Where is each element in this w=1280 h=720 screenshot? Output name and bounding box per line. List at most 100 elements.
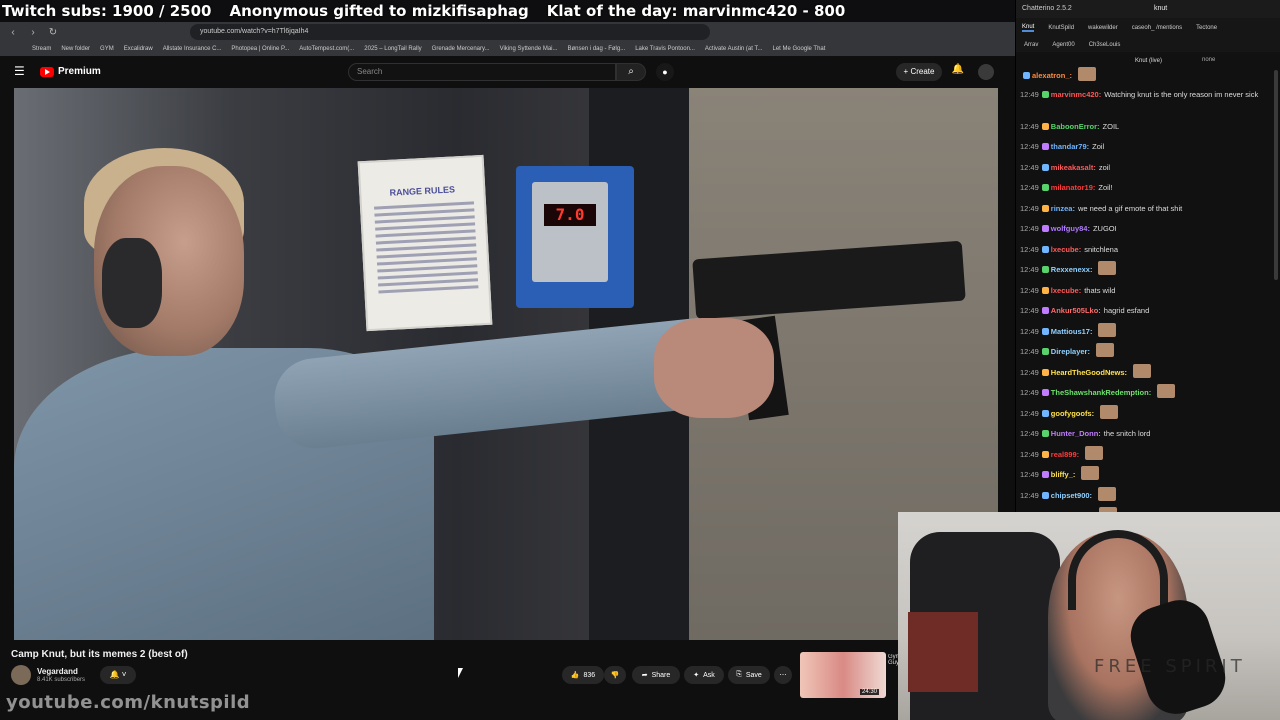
bookmark-icon: ⎘	[736, 671, 742, 678]
chat-username[interactable]: BaboonError:	[1051, 122, 1100, 131]
chat-username[interactable]: milanator19:	[1051, 183, 1096, 192]
microphone-icon[interactable]: ●	[656, 63, 674, 81]
create-button[interactable]: + Create	[896, 63, 942, 81]
chat-username[interactable]: Ankur505Lko:	[1051, 306, 1101, 315]
chat-username[interactable]: real899:	[1051, 450, 1079, 459]
address-bar[interactable]: youtube.com/watch?v=h7Tl6jqaIh4	[190, 24, 710, 40]
chat-timestamp: 12:49	[1020, 326, 1039, 336]
bookmark-item[interactable]: GYM	[100, 46, 114, 52]
chat-timestamp: 12:49	[1020, 306, 1039, 315]
ear-protection	[102, 238, 162, 328]
chat-username[interactable]: marvinmc420:	[1051, 90, 1101, 99]
chat-message: 12:49 mikeakasalt: zoil	[1020, 158, 1270, 179]
chat-timestamp: 12:49	[1020, 285, 1039, 295]
ask-button[interactable]: ✦ Ask	[684, 666, 724, 684]
range-rules-title: RANGE RULES	[389, 184, 456, 198]
chat-tab[interactable]: wakewilder	[1088, 25, 1118, 31]
youtube-logo[interactable]: Premium	[40, 66, 101, 77]
chat-message: 12:49 milanator19: Zoil!	[1020, 178, 1270, 199]
bookmark-item[interactable]: 2025 – LongTail Rally	[364, 46, 421, 52]
subscribed-bell-button[interactable]: 🔔 ˅	[100, 666, 136, 684]
chat-badge-icon	[1041, 389, 1049, 396]
dislike-button[interactable]: 👎	[604, 666, 626, 684]
chat-username[interactable]: lxecube:	[1051, 245, 1081, 254]
bookmark-item[interactable]: Bønsen i dag - Følg...	[568, 46, 626, 52]
chat-username[interactable]: bliffy_:	[1051, 470, 1076, 479]
bookmark-item[interactable]: AutoTempest.com(...	[299, 46, 354, 52]
bookmark-item[interactable]: Excalidraw	[124, 46, 153, 52]
timer-display: 7.0	[544, 204, 596, 226]
chat-timestamp: 12:49	[1020, 244, 1039, 254]
range-rules-sign: RANGE RULES	[357, 154, 493, 332]
chat-message: 12:49 Ankur505Lko: hagrid esfand	[1020, 301, 1270, 322]
chat-username[interactable]: wolfguy84:	[1051, 224, 1090, 233]
chat-username[interactable]: TheShawshankRedemption:	[1051, 388, 1151, 397]
thumbs-down-icon: 👎	[610, 672, 620, 679]
chat-message: 12:49 rinzea: we need a gif emote of that …	[1020, 199, 1270, 220]
bookmark-item[interactable]: Stream	[32, 46, 51, 52]
bookmark-item[interactable]: Let Me Google That	[773, 46, 826, 52]
chat-username[interactable]: lxecube:	[1051, 286, 1081, 295]
chat-timestamp: 12:49	[1020, 203, 1039, 213]
chat-username[interactable]: Mattious17:	[1051, 327, 1093, 336]
chat-message-list: alexatron_: 12:49 marvinmc420: Watching knu…	[1020, 66, 1270, 547]
chat-tab[interactable]: Tectone	[1196, 25, 1217, 31]
chat-emote	[1098, 261, 1117, 275]
reload-icon[interactable]: ↻	[46, 27, 60, 38]
range-rules-text	[374, 201, 479, 297]
chat-text: ZUGOI	[1092, 224, 1117, 233]
save-button[interactable]: ⎘ Save	[728, 666, 770, 684]
channel-name[interactable]: Vegardand	[37, 667, 78, 676]
chat-emote	[1085, 445, 1104, 460]
bookmark-item[interactable]: Activate Austin (at T...	[705, 46, 763, 52]
chat-username[interactable]: goofygoofs:	[1051, 409, 1094, 418]
chat-tab[interactable]: Agent00	[1052, 42, 1074, 48]
bookmark-item[interactable]: Allstate Insurance C...	[163, 46, 222, 52]
chat-username[interactable]: thandar79:	[1051, 142, 1089, 151]
chat-username[interactable]: alexatron_:	[1032, 71, 1072, 80]
search-input[interactable]: Search	[348, 63, 616, 81]
chat-tab[interactable]: Arrav	[1024, 42, 1038, 48]
chat-message: 12:49 chipset900:	[1020, 486, 1270, 507]
like-button[interactable]: 👍 836	[562, 666, 604, 684]
mouse-cursor-icon	[458, 668, 463, 678]
chat-username[interactable]: mikeakasalt:	[1051, 163, 1096, 172]
chat-scrollbar[interactable]	[1274, 70, 1278, 280]
chat-username[interactable]: rinzea:	[1051, 204, 1075, 213]
bookmark-item[interactable]: Lake Travis Pontoon...	[635, 46, 695, 52]
chat-username[interactable]: Direplayer:	[1051, 347, 1090, 356]
chat-tab[interactable]: Knut	[1022, 24, 1035, 32]
search-icon[interactable]: ⌕	[616, 63, 646, 81]
share-button[interactable]: ➦ Share	[632, 666, 680, 684]
chat-tab[interactable]: Ch3seLouis	[1089, 42, 1121, 48]
forward-icon[interactable]: ›	[26, 27, 40, 38]
bookmark-item[interactable]: New folder	[61, 46, 90, 52]
back-icon[interactable]: ‹	[6, 27, 20, 38]
chat-username[interactable]: chipset900:	[1051, 491, 1092, 500]
chat-tab[interactable]: caseoh_ /mentions	[1132, 25, 1182, 31]
bookmark-item[interactable]: Grenade Mercenary...	[432, 46, 490, 52]
bookmark-item[interactable]: Photopea | Online P...	[231, 46, 289, 52]
chat-timestamp: 12:49	[1020, 449, 1039, 459]
chat-message: 12:49 thandar79: Zoil	[1020, 137, 1270, 158]
chat-timestamp: 12:49	[1020, 429, 1039, 438]
chat-message: 12:49 Direplayer:	[1020, 342, 1270, 363]
chat-badge-icon	[1041, 266, 1049, 273]
chat-badge-icon	[1041, 163, 1049, 171]
chat-badge-icon	[1041, 430, 1049, 437]
bookmark-item[interactable]: Viking Syttende Mai...	[500, 46, 558, 52]
chat-username[interactable]: Rexxenexx:	[1051, 265, 1093, 274]
more-actions-button[interactable]: ⋯	[774, 666, 792, 684]
chat-emote	[1157, 384, 1176, 398]
notifications-bell-icon[interactable]: 🔔	[950, 64, 966, 80]
chat-tab[interactable]: KnutSpild	[1048, 25, 1074, 31]
chat-username[interactable]: HeardTheGoodNews:	[1051, 368, 1127, 377]
chat-timestamp: 12:49	[1020, 265, 1039, 274]
chat-message: 12:49 HeardTheGoodNews:	[1020, 363, 1270, 384]
account-avatar[interactable]	[978, 64, 994, 80]
hamburger-menu-icon[interactable]: ☰	[14, 64, 28, 78]
channel-avatar[interactable]	[11, 665, 31, 685]
chat-username[interactable]: Hunter_Donn:	[1051, 429, 1101, 438]
video-player[interactable]: RANGE RULES 7.0	[14, 88, 998, 640]
youtube-play-icon	[40, 66, 54, 77]
